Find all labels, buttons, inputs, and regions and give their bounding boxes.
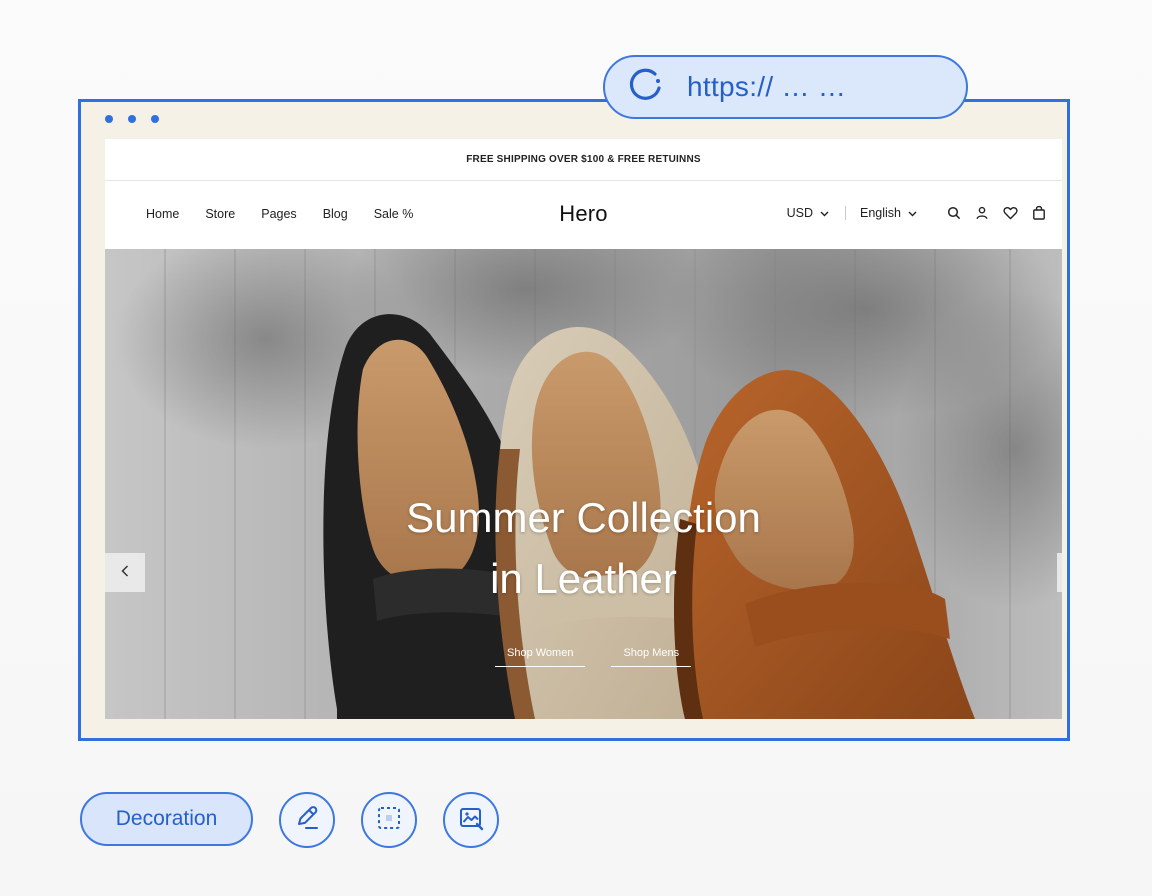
canvas: FREE SHIPPING OVER $100 & FREE RETUINNS …	[0, 0, 1152, 896]
address-bar[interactable]: https:// … …	[603, 55, 968, 119]
edit-tool-button[interactable]	[279, 792, 335, 848]
hero-cta-group: Shop Women Shop Mens	[495, 647, 692, 667]
hero-banner: Summer Collection in Leather Shop Women …	[105, 249, 1062, 719]
image-tool-button[interactable]	[443, 792, 499, 848]
chevron-left-icon	[121, 564, 129, 582]
decoration-button[interactable]: Decoration	[80, 792, 253, 846]
loading-spinner-icon	[627, 66, 665, 109]
search-icon[interactable]	[947, 206, 961, 220]
shop-men-link[interactable]: Shop Mens	[611, 647, 692, 667]
edit-pen-icon	[292, 803, 322, 838]
currency-selector[interactable]: USD	[787, 206, 829, 220]
language-selector[interactable]: English	[860, 206, 917, 220]
select-tool-button[interactable]	[361, 792, 417, 848]
cart-icon[interactable]	[1032, 205, 1046, 220]
divider	[845, 205, 846, 220]
url-text: https:// … …	[687, 71, 847, 102]
decoration-label: Decoration	[115, 807, 218, 830]
site-header: Home Store Pages Blog Sale % Hero USD En…	[105, 181, 1062, 249]
chevron-down-icon	[820, 206, 829, 220]
slider-prev-button[interactable]	[105, 553, 145, 592]
wishlist-icon[interactable]	[1003, 206, 1018, 220]
currency-value: USD	[786, 205, 813, 220]
account-icon[interactable]	[975, 206, 989, 220]
hero-title: Summer Collection in Leather	[105, 487, 1062, 609]
header-utilities: USD English	[787, 205, 1046, 220]
hero-title-line-1: Summer Collection	[406, 494, 761, 541]
announcement-text: FREE SHIPPING OVER $100 & FREE RETUINNS	[466, 154, 701, 165]
announcement-bar: FREE SHIPPING OVER $100 & FREE RETUINNS	[105, 139, 1062, 181]
hero-title-line-2: in Leather	[490, 555, 677, 602]
select-area-icon	[375, 804, 403, 837]
window-dot-3[interactable]	[151, 115, 159, 123]
slider-next-button[interactable]	[1057, 553, 1062, 592]
header-icons	[947, 205, 1046, 220]
window-dot-2[interactable]	[128, 115, 136, 123]
browser-window: FREE SHIPPING OVER $100 & FREE RETUINNS …	[78, 99, 1070, 741]
window-dot-1[interactable]	[105, 115, 113, 123]
webpage: FREE SHIPPING OVER $100 & FREE RETUINNS …	[105, 139, 1062, 719]
language-value: English	[860, 205, 901, 220]
window-controls	[105, 115, 159, 123]
chevron-down-icon	[908, 206, 917, 220]
shop-women-link[interactable]: Shop Women	[495, 647, 586, 667]
image-edit-icon	[457, 804, 485, 837]
